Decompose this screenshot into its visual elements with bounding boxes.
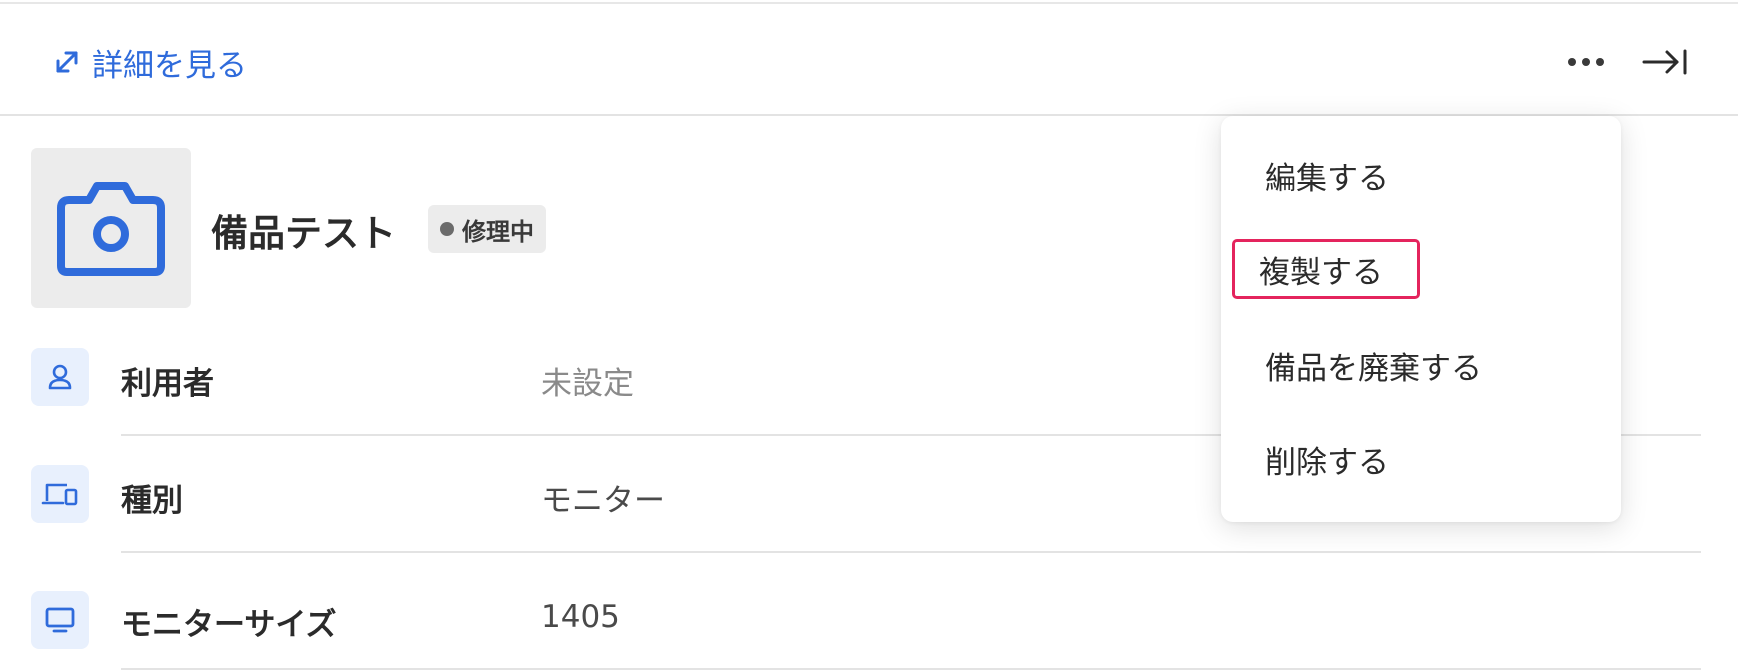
item-thumbnail [31,148,191,308]
arrow-right-to-bar-icon [1642,49,1687,75]
status-badge: 修理中 [428,205,546,253]
monitor-icon [31,591,89,649]
field-row-monitor-size: モニターサイズ 1405 [0,591,1738,671]
top-border [0,0,1738,4]
field-value-type: モニター [541,483,665,519]
close-panel-button[interactable] [1636,40,1694,84]
row-divider [121,668,1701,670]
view-details-label: 詳細を見る [92,47,247,84]
menu-item-dispose[interactable]: 備品を廃棄する [1259,338,1488,392]
view-details-link[interactable]: 詳細を見る [52,40,247,84]
status-label: 修理中 [462,217,534,246]
status-dot [440,222,454,236]
expand-arrows-icon [56,51,78,73]
user-icon [31,348,89,406]
menu-item-delete[interactable]: 削除する [1259,432,1395,486]
menu-item-duplicate[interactable]: 複製する [1232,239,1420,299]
more-options-menu: 編集する 複製する 備品を廃棄する 削除する [1221,116,1621,522]
more-horizontal-icon [1568,58,1604,66]
field-value-user: 未設定 [541,366,634,402]
field-value-monitor-size: 1405 [541,599,620,635]
row-divider [121,551,1701,553]
more-options-button[interactable] [1560,40,1612,84]
field-label-user: 利用者 [121,366,214,402]
devices-icon [31,465,89,523]
panel-header: 詳細を見る [0,6,1738,116]
item-name: 備品テスト [211,212,396,255]
field-label-type: 種別 [121,483,183,519]
menu-item-edit[interactable]: 編集する [1259,148,1395,202]
field-label-monitor-size: モニターサイズ [121,607,337,643]
camera-icon [57,182,165,276]
